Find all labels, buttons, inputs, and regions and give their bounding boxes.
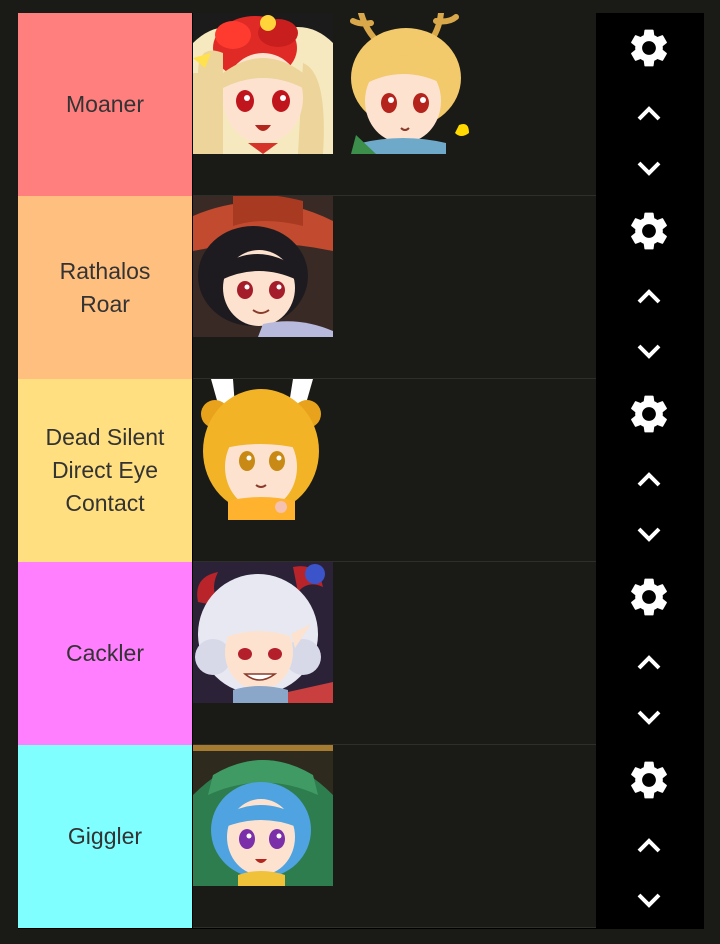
tier-label-line: Dead Silent [45,424,165,450]
gear-icon[interactable] [626,391,672,437]
tier-items-rathalos[interactable] [193,196,596,379]
tier-items-cackler[interactable] [193,562,596,745]
tier-row-moaner: Moaner [18,13,704,196]
gear-icon[interactable] [626,208,672,254]
tier-label-rathalos[interactable]: Rathalos Roar [18,196,193,379]
chevron-up-icon[interactable] [626,274,672,320]
chevron-down-icon[interactable] [626,877,672,923]
tier-controls-cackler [596,562,701,745]
tier-list: Moaner Rathalos Roar Dead Silent Direct … [18,13,704,929]
tier-row-dead-silent: Dead Silent Direct Eye Contact [18,379,704,562]
character-tile[interactable] [193,379,333,520]
tier-row-giggler: Giggler [18,745,704,928]
tier-row-cackler: Cackler [18,562,704,745]
character-tile[interactable] [193,196,333,337]
tier-label-line: Moaner [66,91,144,117]
tier-controls-rathalos [596,196,701,379]
tier-label-line: Cackler [66,640,144,666]
character-tile[interactable] [193,13,333,154]
tier-label-line: Rathalos [59,257,151,284]
tier-label-line: Giggler [67,823,143,849]
chevron-down-icon[interactable] [626,694,672,740]
tier-controls-dead-silent [596,379,701,562]
chevron-up-icon[interactable] [626,457,672,503]
chevron-up-icon[interactable] [626,91,672,137]
chevron-up-icon[interactable] [626,823,672,869]
tier-label-dead-silent[interactable]: Dead Silent Direct Eye Contact [18,379,193,562]
tier-label-cackler[interactable]: Cackler [18,562,193,745]
character-tile[interactable] [341,13,481,154]
tier-items-dead-silent[interactable] [193,379,596,562]
character-tile[interactable] [193,562,333,703]
chevron-up-icon[interactable] [626,640,672,686]
tier-controls-giggler [596,745,701,928]
gear-icon[interactable] [626,25,672,71]
chevron-down-icon[interactable] [626,145,672,191]
tier-items-giggler[interactable] [193,745,596,928]
tier-label-giggler[interactable]: Giggler [18,745,193,928]
tier-label-moaner[interactable]: Moaner [18,13,193,196]
tier-items-moaner[interactable] [193,13,596,196]
gear-icon[interactable] [626,757,672,803]
tier-label-line: Roar [80,290,130,317]
gear-icon[interactable] [626,574,672,620]
tier-row-rathalos: Rathalos Roar [18,196,704,379]
tier-controls-moaner [596,13,701,196]
tier-label-line: Direct Eye [51,457,159,483]
character-tile[interactable] [193,745,333,886]
chevron-down-icon[interactable] [626,511,672,557]
chevron-down-icon[interactable] [626,328,672,374]
tier-label-line: Contact [65,490,145,516]
